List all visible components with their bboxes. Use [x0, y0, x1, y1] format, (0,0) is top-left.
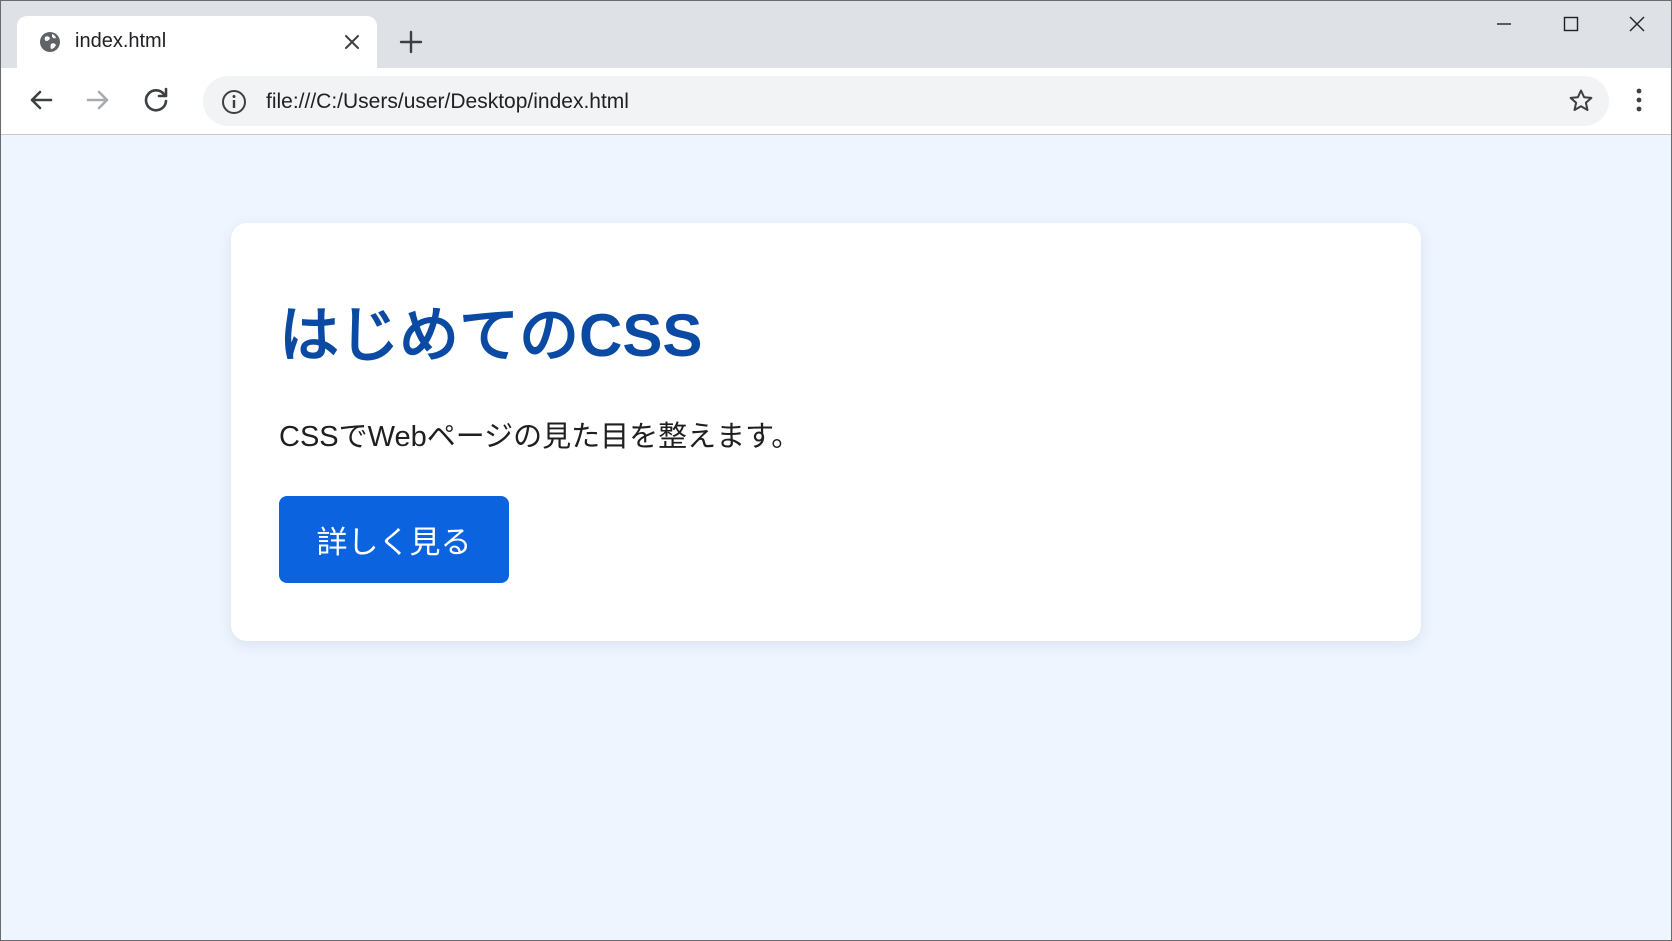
- window-close-icon[interactable]: [1615, 9, 1659, 39]
- address-bar[interactable]: file:///C:/Users/user/Desktop/index.html: [203, 76, 1609, 126]
- details-button[interactable]: 詳しく見る: [279, 496, 509, 583]
- page-viewport: はじめてのCSS CSSでWebページの見た目を整えます。 詳しく見る: [1, 135, 1671, 940]
- tab-strip: index.html: [1, 1, 1671, 68]
- arrow-left-icon[interactable]: [25, 84, 57, 116]
- arrow-right-icon[interactable]: [82, 84, 114, 116]
- url-text[interactable]: file:///C:/Users/user/Desktop/index.html: [266, 90, 629, 114]
- content-card: はじめてのCSS CSSでWebページの見た目を整えます。 詳しく見る: [231, 223, 1421, 641]
- minimize-icon[interactable]: [1482, 9, 1526, 39]
- tab-title: index.html: [75, 30, 167, 52]
- info-icon[interactable]: [220, 88, 248, 116]
- close-icon[interactable]: [340, 30, 364, 54]
- reload-icon[interactable]: [140, 84, 172, 116]
- maximize-icon[interactable]: [1549, 9, 1593, 39]
- page-title: はじめてのCSS: [279, 302, 703, 369]
- page-description: CSSでWebページの見た目を整えます。: [279, 421, 801, 453]
- browser-toolbar: file:///C:/Users/user/Desktop/index.html: [1, 68, 1671, 135]
- kebab-menu-icon[interactable]: [1625, 84, 1653, 116]
- globe-icon: [37, 29, 63, 55]
- tab-active[interactable]: index.html: [17, 16, 377, 68]
- plus-icon[interactable]: [397, 28, 425, 56]
- star-icon[interactable]: [1567, 87, 1595, 115]
- browser-window: index.html file:///C:/Users/user/Desktop…: [0, 0, 1672, 941]
